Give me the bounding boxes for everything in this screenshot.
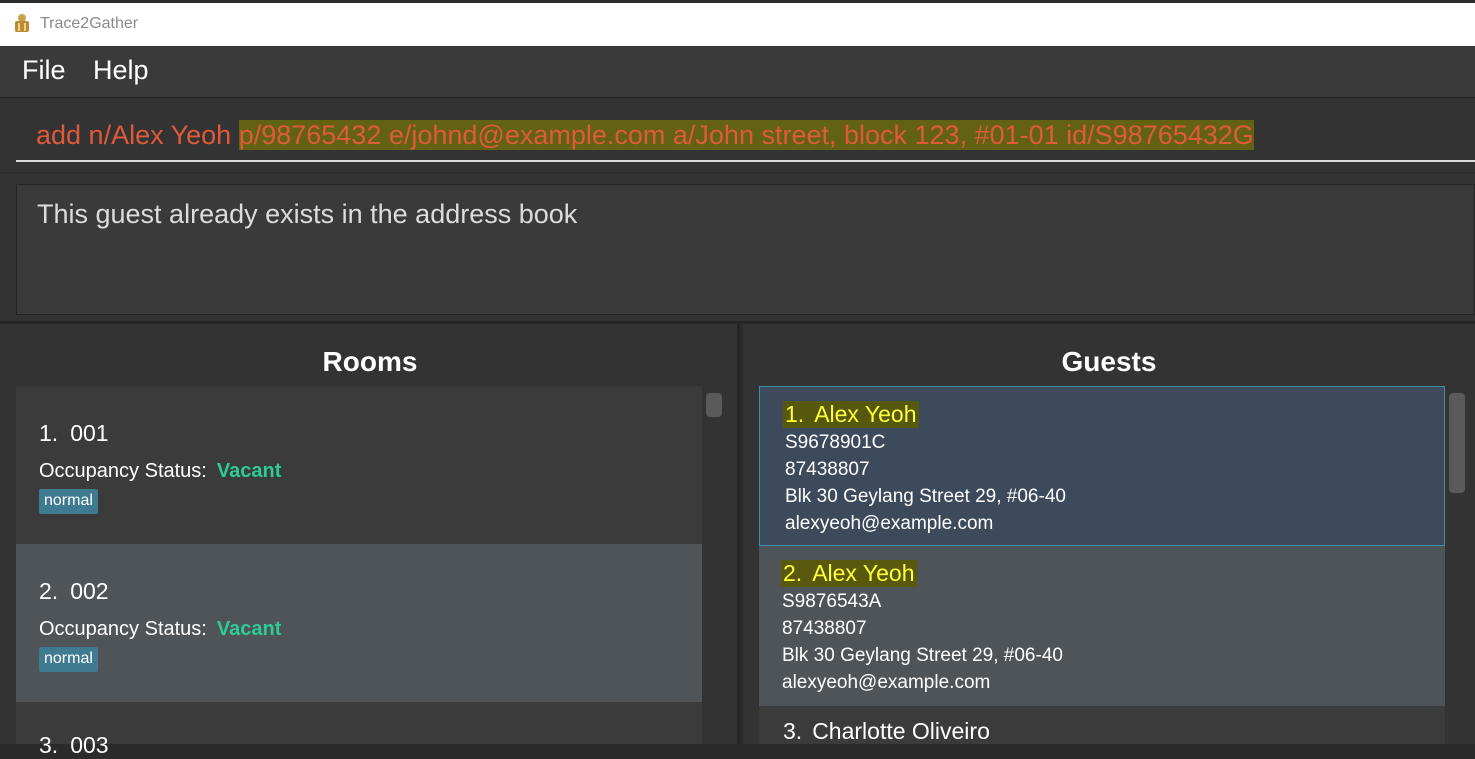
guest-index: 2. [783, 560, 803, 586]
occupancy-label: Occupancy Status: [39, 460, 207, 482]
room-index: 3. [39, 732, 59, 758]
room-number-value: 002 [70, 578, 109, 604]
guests-panel: Guests 1. Alex Yeoh S9678901C 87438807 Bl… [743, 324, 1475, 744]
room-number: 2. 002 [39, 578, 109, 605]
command-input[interactable]: add n/Alex Yeoh p/98765432 e/johnd@examp… [16, 114, 1475, 162]
guest-index: 3. [783, 718, 803, 744]
title-bar: Trace2Gather [0, 0, 1475, 46]
guest-address: Blk 30 Geylang Street 29, #06-40 [785, 486, 1066, 507]
guest-name-value: Charlotte Oliveiro [812, 718, 990, 744]
guest-id: S9876543A [782, 591, 882, 612]
guest-email: alexyeoh@example.com [785, 513, 994, 534]
occupancy-label: Occupancy Status: [39, 618, 207, 640]
guest-phone: 87438807 [785, 459, 870, 480]
room-tag: normal [39, 647, 98, 672]
guests-scrollbar[interactable] [1449, 393, 1465, 493]
room-card[interactable]: 3. 003 [16, 702, 702, 758]
guest-name: 1. Alex Yeoh [783, 401, 919, 428]
result-area: This guest already exists in the address… [0, 174, 1475, 324]
guest-phone: 87438807 [782, 618, 867, 639]
room-number: 3. 003 [39, 732, 109, 759]
room-number-value: 003 [70, 732, 109, 758]
menu-file[interactable]: File [22, 55, 66, 86]
occupancy-line: Occupancy Status: Vacant [39, 460, 281, 483]
menu-bar: File Help [0, 46, 1475, 98]
app-logo-icon [15, 14, 29, 32]
command-text-highlighted: p/98765432 e/johnd@example.com a/John st… [238, 120, 1254, 150]
result-message: This guest already exists in the address… [37, 199, 578, 229]
room-number-value: 001 [70, 420, 109, 446]
room-number: 1. 001 [39, 420, 109, 447]
window-title: Trace2Gather [40, 15, 139, 32]
room-card[interactable]: 1. 001 Occupancy Status: Vacant normal [16, 386, 702, 544]
guest-name: 3. Charlotte Oliveiro [781, 718, 992, 745]
guests-title: Guests [1061, 346, 1157, 377]
guest-address: Blk 30 Geylang Street 29, #06-40 [782, 645, 1063, 666]
rooms-scrollbar[interactable] [706, 393, 722, 417]
guest-card[interactable]: 1. Alex Yeoh S9678901C 87438807 Blk 30 Ge… [759, 386, 1445, 546]
occupancy-status: Vacant [216, 618, 282, 640]
guest-name: 2. Alex Yeoh [781, 560, 917, 587]
room-card[interactable]: 2. 002 Occupancy Status: Vacant normal [16, 544, 702, 702]
rooms-panel: Rooms 1. 001 Occupancy Status: Vacant norm… [0, 324, 740, 758]
guest-name-value: Alex Yeoh [812, 560, 915, 586]
guest-index: 1. [785, 401, 805, 427]
command-text-plain: add n/Alex Yeoh [36, 120, 239, 150]
occupancy-status: Vacant [216, 460, 282, 482]
guest-card[interactable]: 2. Alex Yeoh S9876543A 87438807 Blk 30 Ge… [759, 546, 1445, 706]
command-area: add n/Alex Yeoh p/98765432 e/johnd@examp… [0, 98, 1475, 174]
guest-id: S9678901C [785, 432, 886, 453]
room-tag: normal [39, 489, 98, 514]
guest-name-value: Alex Yeoh [814, 401, 917, 427]
menu-help[interactable]: Help [93, 55, 149, 86]
guest-card[interactable]: 3. Charlotte Oliveiro [759, 706, 1445, 744]
guest-email: alexyeoh@example.com [782, 672, 991, 693]
occupancy-line: Occupancy Status: Vacant [39, 618, 281, 641]
rooms-title: Rooms [322, 346, 418, 377]
room-index: 2. [39, 578, 59, 604]
result-display[interactable]: This guest already exists in the address… [16, 184, 1475, 315]
room-index: 1. [39, 420, 59, 446]
